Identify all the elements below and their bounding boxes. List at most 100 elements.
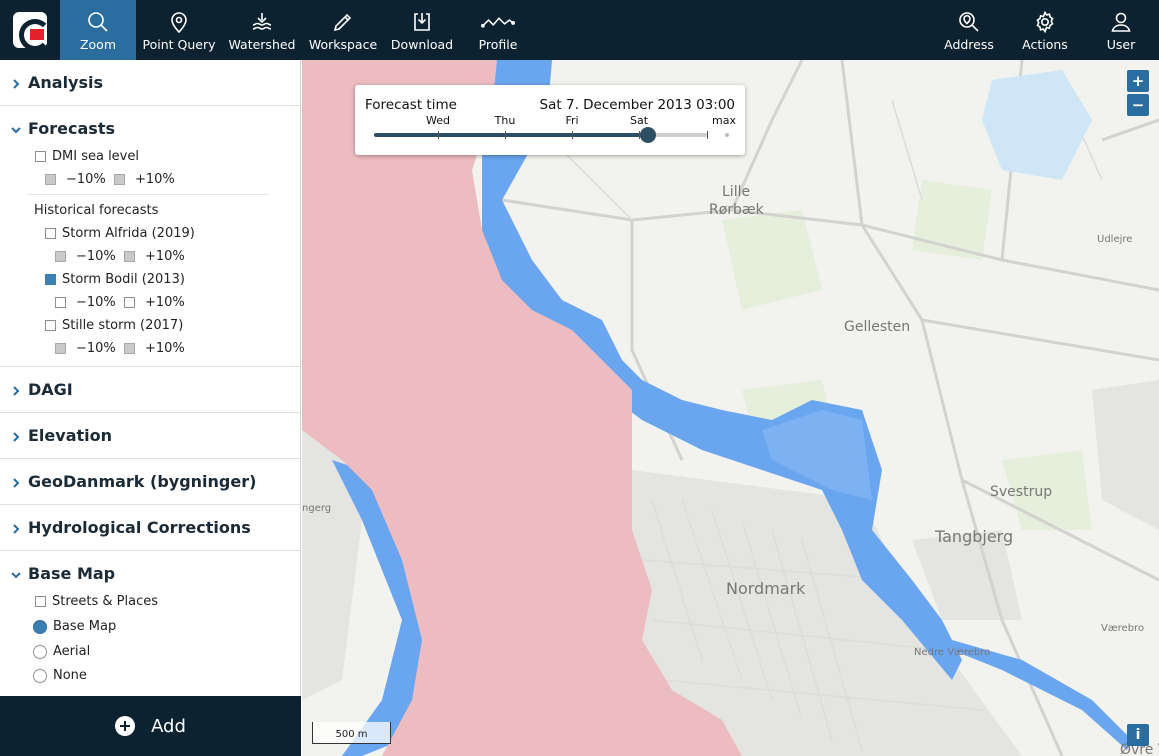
section-base-map: Base Map Streets & Places Base Map Aeria… <box>0 551 300 696</box>
checkbox[interactable] <box>124 343 135 354</box>
water-icon <box>252 13 272 30</box>
stille-plus-10[interactable]: +10% <box>124 341 185 356</box>
section-analysis-header[interactable]: Analysis <box>0 60 300 105</box>
stille-minus-label: −10% <box>76 341 116 356</box>
zoom-in-button[interactable]: + <box>1127 70 1149 92</box>
basemap-none-label: None <box>53 668 87 683</box>
basemap-option-base[interactable]: Base Map <box>33 619 116 634</box>
section-forecasts-header[interactable]: Forecasts <box>0 106 300 151</box>
alfrida-minus-10[interactable]: −10% <box>55 249 116 264</box>
toolbar-workspace-label: Workspace <box>308 37 378 52</box>
place-label: Nordmark <box>726 579 806 598</box>
map-canvas <box>302 60 1159 756</box>
zoom-out-button[interactable]: − <box>1127 94 1149 116</box>
checkbox[interactable] <box>55 343 66 354</box>
info-button[interactable]: i <box>1127 724 1149 746</box>
section-elevation-title: Elevation <box>28 426 113 445</box>
basemap-base-label: Base Map <box>53 619 117 634</box>
checkbox[interactable] <box>124 297 135 308</box>
checkbox[interactable] <box>114 174 125 185</box>
chevron-down-icon <box>10 566 22 579</box>
slider-handle[interactable] <box>639 127 656 143</box>
toolbar-address-button[interactable]: Address <box>938 0 1000 60</box>
add-layer-button[interactable]: Add <box>0 696 301 756</box>
place-label: Svestrup <box>990 484 1053 500</box>
chevron-right-icon <box>10 520 22 534</box>
layer-sidebar: Analysis Forecasts DMI sea level −10% +1… <box>0 60 301 696</box>
alfrida-plus-10[interactable]: +10% <box>124 249 185 264</box>
section-elevation-header[interactable]: Elevation <box>0 413 300 458</box>
checkbox[interactable] <box>45 228 56 239</box>
layer-dmi-sea-level[interactable]: DMI sea level <box>35 149 139 164</box>
basemap-aerial-label: Aerial <box>53 644 91 659</box>
dmi-plus-10[interactable]: +10% <box>114 172 175 187</box>
toolbar-zoom-button[interactable]: Zoom <box>60 0 136 60</box>
logo-g-icon <box>13 12 51 51</box>
section-hydrological-header[interactable]: Hydrological Corrections <box>0 505 300 550</box>
checkbox[interactable] <box>55 251 66 262</box>
checkbox[interactable] <box>55 297 66 308</box>
slider-max-dot <box>725 133 729 137</box>
section-hydrological-title: Hydrological Corrections <box>28 518 251 537</box>
scale-bar: 500 m <box>312 722 391 744</box>
toolbar-point-query-button[interactable]: Point Query <box>140 0 218 60</box>
historical-forecasts-label: Historical forecasts <box>34 203 159 218</box>
app-logo[interactable] <box>0 0 60 60</box>
section-geodanmark-header[interactable]: GeoDanmark (bygninger) <box>0 459 300 504</box>
plus-circle-icon <box>115 716 136 736</box>
layer-storm-alfrida[interactable]: Storm Alfrida (2019) <box>45 226 195 241</box>
section-elevation: Elevation <box>0 413 300 459</box>
checkbox-checked[interactable] <box>45 274 56 285</box>
toolbar-profile-button[interactable]: Profile <box>466 0 530 60</box>
map-view[interactable]: Lille Rørbæk Udlejre Gellesten Svestrup … <box>302 60 1159 756</box>
slider-tick <box>505 131 506 139</box>
checkbox[interactable] <box>35 151 46 162</box>
section-geodanmark: GeoDanmark (bygninger) <box>0 459 300 505</box>
layer-dmi-label: DMI sea level <box>52 149 139 164</box>
slider-tick-label: Wed <box>426 114 450 127</box>
toolbar-workspace-button[interactable]: Workspace <box>306 0 380 60</box>
section-geodanmark-title: GeoDanmark (bygninger) <box>28 472 257 491</box>
toolbar-user-button[interactable]: User <box>1096 0 1146 60</box>
pencil-icon <box>333 13 352 32</box>
checkbox[interactable] <box>124 251 135 262</box>
slider-tick <box>707 131 708 139</box>
toolbar-zoom-label: Zoom <box>79 37 117 52</box>
gear-icon <box>1036 10 1054 34</box>
slider-tick-label: max <box>712 114 736 127</box>
toolbar-actions-button[interactable]: Actions <box>1016 0 1074 60</box>
chevron-right-icon <box>10 474 22 488</box>
chevron-down-icon <box>10 121 22 134</box>
layer-streets-places[interactable]: Streets & Places <box>35 594 158 609</box>
layer-bodil-label: Storm Bodil (2013) <box>62 272 185 287</box>
toolbar-user-label: User <box>1106 37 1136 52</box>
radio[interactable] <box>33 644 47 659</box>
basemap-option-none[interactable]: None <box>33 668 87 683</box>
basemap-option-aerial[interactable]: Aerial <box>33 644 90 659</box>
section-base-map-header[interactable]: Base Map <box>0 551 300 596</box>
bodil-minus-10[interactable]: −10% <box>55 295 116 310</box>
layer-storm-bodil[interactable]: Storm Bodil (2013) <box>45 272 185 287</box>
section-dagi-header[interactable]: DAGI <box>0 367 300 412</box>
stille-minus-10[interactable]: −10% <box>55 341 116 356</box>
chevron-right-icon <box>10 75 22 89</box>
layer-stille-label: Stille storm (2017) <box>62 318 184 333</box>
dmi-minus-10[interactable]: −10% <box>45 172 106 187</box>
layer-alfrida-label: Storm Alfrida (2019) <box>62 226 195 241</box>
radio-selected[interactable] <box>33 619 47 634</box>
checkbox[interactable] <box>35 596 46 607</box>
bodil-plus-10[interactable]: +10% <box>124 295 185 310</box>
slider-tick-label: Thu <box>494 114 516 127</box>
checkbox[interactable] <box>45 174 56 185</box>
place-label: Tangbjerg <box>935 527 1014 546</box>
section-analysis: Analysis <box>0 60 300 106</box>
toolbar-download-button[interactable]: Download <box>388 0 456 60</box>
radio[interactable] <box>33 668 47 683</box>
layer-stille-storm[interactable]: Stille storm (2017) <box>45 318 183 333</box>
section-forecasts: Forecasts DMI sea level −10% +10% Histor… <box>0 106 300 367</box>
toolbar-watershed-button[interactable]: Watershed <box>226 0 298 60</box>
place-label: Udlejre <box>1097 234 1133 245</box>
section-dagi-title: DAGI <box>28 380 73 399</box>
checkbox[interactable] <box>45 320 56 331</box>
layer-streets-label: Streets & Places <box>52 594 159 609</box>
